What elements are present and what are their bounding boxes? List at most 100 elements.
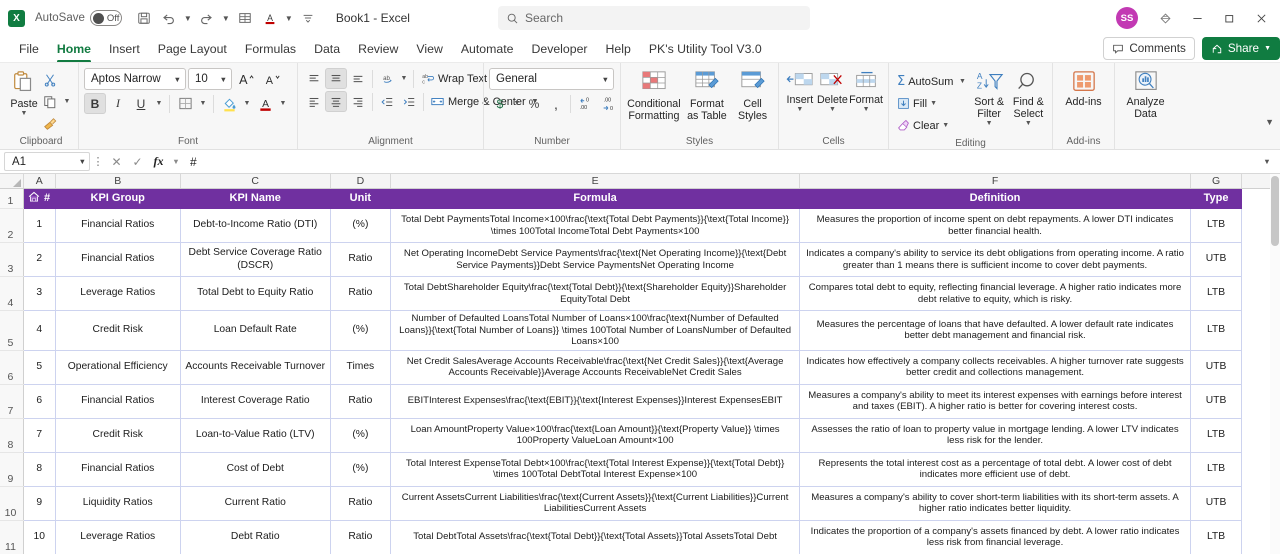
cell-unit[interactable]: (%) bbox=[330, 418, 392, 453]
tab-formulas[interactable]: Formulas bbox=[236, 39, 305, 60]
insert-function-icon[interactable]: fx bbox=[148, 152, 169, 172]
cell-type[interactable]: UTB bbox=[1190, 242, 1243, 277]
cell-type[interactable]: LTB bbox=[1190, 418, 1243, 453]
insert-chevron-down-icon[interactable]: ▼ bbox=[796, 106, 803, 114]
cell-num[interactable]: 1 bbox=[23, 208, 56, 243]
diamond-icon[interactable] bbox=[1150, 3, 1180, 33]
cell-definition[interactable]: Measures a company's ability to meet its… bbox=[799, 384, 1192, 419]
minimize-button[interactable] bbox=[1182, 3, 1212, 33]
bold-button[interactable]: B bbox=[84, 93, 106, 114]
undo-dropdown-chevron-down-icon[interactable]: ▼ bbox=[182, 6, 194, 30]
row-header-2[interactable]: 2 bbox=[0, 208, 24, 243]
tab-page-layout[interactable]: Page Layout bbox=[149, 39, 236, 60]
align-middle-icon[interactable] bbox=[325, 68, 347, 89]
cell-formula[interactable]: Loan AmountProperty Value×100\frac{\text… bbox=[390, 418, 801, 453]
home-icon[interactable] bbox=[28, 191, 40, 206]
tab-insert[interactable]: Insert bbox=[100, 39, 149, 60]
cell-f1-header[interactable]: Definition bbox=[799, 188, 1192, 209]
comma-format-icon[interactable]: , bbox=[545, 93, 567, 114]
cell-unit[interactable]: Ratio bbox=[330, 486, 392, 521]
addins-button[interactable]: Add-ins bbox=[1059, 68, 1109, 108]
cell-formula[interactable]: Current AssetsCurrent Liabilities\frac{\… bbox=[390, 486, 801, 521]
row-header-11[interactable]: 11 bbox=[0, 520, 24, 554]
paste-button[interactable]: Paste ▼ bbox=[9, 68, 39, 118]
accounting-format-icon[interactable]: $ bbox=[489, 93, 511, 114]
table-icon[interactable] bbox=[233, 6, 257, 30]
find-select-chevron-down-icon[interactable]: ▼ bbox=[1025, 120, 1032, 128]
format-chevron-down-icon[interactable]: ▼ bbox=[863, 106, 870, 114]
font-size-chevron-down-icon[interactable]: ▼ bbox=[220, 75, 227, 84]
align-left-icon[interactable] bbox=[303, 91, 325, 112]
save-icon[interactable] bbox=[132, 6, 156, 30]
cell-unit[interactable]: Times bbox=[330, 350, 392, 385]
cell-group[interactable]: Financial Ratios bbox=[55, 208, 181, 243]
row-header-7[interactable]: 7 bbox=[0, 384, 24, 419]
underline-chevron-down-icon[interactable]: ▼ bbox=[153, 93, 165, 114]
font-color-icon-ribbon[interactable]: A bbox=[254, 93, 276, 114]
tab-data[interactable]: Data bbox=[305, 39, 349, 60]
cell-styles-button[interactable]: Cell Styles bbox=[732, 68, 773, 122]
select-all-corner[interactable] bbox=[0, 174, 24, 189]
column-header-f[interactable]: F bbox=[799, 174, 1192, 189]
autosave-toggle[interactable]: Off bbox=[89, 10, 122, 26]
copy-icon[interactable] bbox=[39, 91, 61, 112]
row-header-9[interactable]: 9 bbox=[0, 452, 24, 487]
cell-group[interactable]: Financial Ratios bbox=[55, 242, 181, 277]
collapse-ribbon-chevron-up-icon[interactable]: ▼ bbox=[1265, 117, 1274, 127]
share-button[interactable]: Share ▼ bbox=[1201, 37, 1280, 60]
cell-formula[interactable]: Total Debt PaymentsTotal Income×100\frac… bbox=[390, 208, 801, 243]
tab-developer[interactable]: Developer bbox=[522, 39, 596, 60]
align-right-icon[interactable] bbox=[347, 91, 369, 112]
increase-decimal-icon[interactable]: 0.00 bbox=[574, 93, 598, 114]
fill-button[interactable]: Fill ▼ bbox=[894, 93, 968, 114]
font-size-combo[interactable]: 10 ▼ bbox=[188, 68, 232, 90]
paste-chevron-down-icon[interactable]: ▼ bbox=[21, 110, 28, 118]
clear-button[interactable]: Clear ▼ bbox=[894, 115, 968, 136]
cell-num[interactable]: 10 bbox=[23, 520, 56, 554]
cell-definition[interactable]: Represents the total interest cost as a … bbox=[799, 452, 1192, 487]
cell-group[interactable]: Credit Risk bbox=[55, 310, 181, 351]
cell-name[interactable]: Loan Default Rate bbox=[180, 310, 331, 351]
cell-c1-header[interactable]: KPI Name bbox=[180, 188, 331, 209]
borders-chevron-down-icon[interactable]: ▼ bbox=[197, 93, 209, 114]
cell-name[interactable]: Cost of Debt bbox=[180, 452, 331, 487]
cell-definition[interactable]: Indicates a company's ability to service… bbox=[799, 242, 1192, 277]
font-name-chevron-down-icon[interactable]: ▼ bbox=[174, 75, 181, 84]
wrap-text-button[interactable]: ab c Wrap Text bbox=[417, 68, 490, 89]
cell-e1-header[interactable]: Formula bbox=[390, 188, 801, 209]
cell-name[interactable]: Accounts Receivable Turnover bbox=[180, 350, 331, 385]
cell-num[interactable]: 2 bbox=[23, 242, 56, 277]
search-input[interactable]: Search bbox=[498, 6, 810, 30]
number-format-combo[interactable]: General ▼ bbox=[489, 68, 614, 90]
tab-pks-utility-tool[interactable]: PK's Utility Tool V3.0 bbox=[640, 39, 771, 60]
cell-a1-header[interactable]: # bbox=[23, 188, 56, 209]
vertical-scrollbar[interactable] bbox=[1270, 174, 1280, 554]
accounting-chevron-down-icon[interactable]: ▼ bbox=[511, 93, 523, 114]
cell-type[interactable]: UTB bbox=[1190, 350, 1243, 385]
cell-name[interactable]: Current Ratio bbox=[180, 486, 331, 521]
increase-indent-icon[interactable] bbox=[398, 91, 420, 112]
cell-unit[interactable]: (%) bbox=[330, 208, 392, 243]
confirm-edit-icon[interactable]: ✓ bbox=[127, 152, 148, 172]
cell-formula[interactable]: EBITInterest Expenses\frac{\text{EBIT}}{… bbox=[390, 384, 801, 419]
row-header-5[interactable]: 5 bbox=[0, 310, 24, 351]
align-bottom-icon[interactable] bbox=[347, 68, 369, 89]
clear-chevron-down-icon[interactable]: ▼ bbox=[942, 122, 949, 129]
increase-font-size-icon[interactable]: A bbox=[234, 69, 258, 90]
borders-icon[interactable] bbox=[174, 93, 196, 114]
cell-name[interactable]: Total Debt to Equity Ratio bbox=[180, 276, 331, 311]
cell-name[interactable]: Debt Ratio bbox=[180, 520, 331, 554]
cell-type[interactable]: LTB bbox=[1190, 452, 1243, 487]
row-header-6[interactable]: 6 bbox=[0, 350, 24, 385]
cell-name[interactable]: Debt Service Coverage Ratio (DSCR) bbox=[180, 242, 331, 277]
cell-g1-header[interactable]: Type bbox=[1190, 188, 1243, 209]
fill-color-icon[interactable] bbox=[218, 93, 240, 114]
autosum-button[interactable]: Σ AutoSum bbox=[894, 71, 956, 92]
cell-unit[interactable]: Ratio bbox=[330, 384, 392, 419]
avatar[interactable]: SS bbox=[1116, 7, 1138, 29]
align-center-icon[interactable] bbox=[325, 91, 347, 112]
tab-automate[interactable]: Automate bbox=[452, 39, 523, 60]
find-and-select-button[interactable]: Find & Select ▼ bbox=[1010, 68, 1047, 128]
cell-name[interactable]: Interest Coverage Ratio bbox=[180, 384, 331, 419]
cell-num[interactable]: 4 bbox=[23, 310, 56, 351]
